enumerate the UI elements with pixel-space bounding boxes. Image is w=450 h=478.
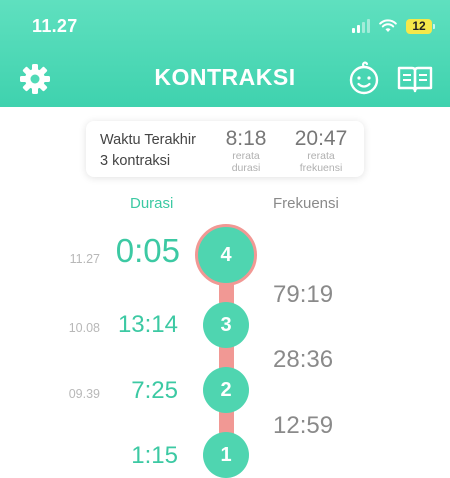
avg-duration-caption-1: rerata [232,150,260,162]
baby-face-icon [349,61,379,95]
summary-label-count: 3 kontraksi [100,153,171,169]
summary-label-last-time: Waktu Terakhir [100,132,196,148]
app-header: 11.27 12 KONTRAKSI [0,0,450,107]
baby-button[interactable] [346,60,382,101]
avg-duration-value: 8:18 [225,127,267,150]
contraction-node-3[interactable]: 3 [203,302,249,348]
status-time: 11.27 [32,16,78,36]
avg-frequency-value: 20:47 [294,127,348,150]
contraction-node-2[interactable]: 2 [203,367,249,413]
battery-icon: 12 [406,18,435,34]
contraction-duration: 13:14 [117,311,178,338]
contraction-node-1[interactable]: 1 [203,432,249,478]
guide-button[interactable] [396,64,434,99]
page-title: KONTRAKSI [154,64,296,90]
avg-frequency-caption-2: frekuensi [299,162,343,174]
contraction-start-time: 11.27 [69,252,100,266]
contraction-frequency: 12:59 [273,412,334,439]
wifi-icon [379,19,397,32]
contraction-duration: 7:25 [131,377,178,404]
contraction-duration: 1:15 [131,442,178,469]
open-book-icon [397,66,433,93]
contraction-frequency: 79:19 [273,281,334,308]
cellular-signal-icon [352,19,370,33]
contraction-duration: 0:05 [115,232,180,269]
contraction-node-4[interactable]: 4 [195,224,257,286]
avg-duration-caption-2: durasi [231,162,261,174]
contraction-frequency: 28:36 [273,346,334,373]
summary-card: Waktu Terakhir 3 kontraksi 8:18 rerata d… [86,121,364,177]
duration-column-header: Durasi [130,195,174,212]
frequency-column-header: Frekuensi [273,195,339,212]
avg-frequency-caption-1: rerata [307,150,335,162]
status-icons: 12 [352,14,435,38]
